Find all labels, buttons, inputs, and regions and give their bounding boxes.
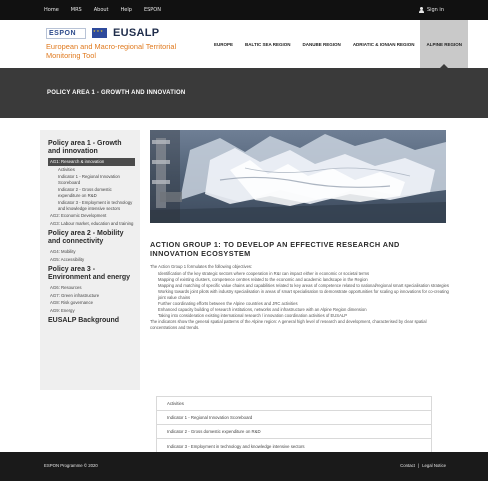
objective-item: Mapping of existing clusters, competence… xyxy=(158,277,368,283)
indicators-summary: The indicators show the general spatial … xyxy=(150,319,427,330)
objective-item: Enhanced capacity building of research i… xyxy=(158,307,367,313)
link-indicator-2[interactable]: Indicator 2 - Gross domestic expenditure… xyxy=(157,425,431,439)
sidebar-item-indicator-3[interactable]: Indicator 3 - Employment in technology a… xyxy=(48,199,135,212)
link-activities[interactable]: Activities xyxy=(157,397,431,411)
copyright-text: ESPON Programme © 2020 xyxy=(44,463,98,468)
sidebar-item-ag6[interactable]: AG6: Resources xyxy=(48,284,135,292)
footer-divider: | xyxy=(417,463,420,468)
sidebar: Policy area 1 - Growth and innovation AG… xyxy=(40,130,140,390)
sidebar-item-indicator-1[interactable]: Indicator 1 - Regional Innovation Scoreb… xyxy=(48,173,135,186)
action-group-title: ACTION GROUP 1: TO DEVELOP AN EFFECTIVE … xyxy=(150,240,400,258)
nav-espon-link[interactable]: ESPON xyxy=(144,7,161,13)
sidebar-item-ag5[interactable]: AG5: Accessibility xyxy=(48,256,135,264)
link-indicator-3[interactable]: Indicator 3 - Employment in technology a… xyxy=(157,439,431,453)
region-adriatic-ionian[interactable]: ADRIATIC & IONIAN REGION xyxy=(347,20,421,68)
page-title: POLICY AREA 1 - GROWTH AND INNOVATION xyxy=(47,90,186,96)
alps-satellite-illustration xyxy=(150,130,446,223)
sidebar-item-ag3[interactable]: AG3: Labour market, education and traini… xyxy=(48,220,135,228)
region-label: DANUBE REGION xyxy=(302,41,341,47)
region-label: ALPINE REGION xyxy=(426,41,462,47)
nav-help-link[interactable]: Help xyxy=(121,7,132,13)
sidebar-heading-background[interactable]: EUSALP Background xyxy=(48,317,135,325)
region-label: ADRIATIC & IONIAN REGION xyxy=(352,41,415,47)
sidebar-item-ag9[interactable]: AG9: Energy xyxy=(48,307,135,315)
nav-home-link[interactable]: Home xyxy=(44,7,59,13)
region-europe[interactable]: EUROPE xyxy=(208,20,239,68)
sidebar-item-ag2[interactable]: AG2: Economic Development xyxy=(48,212,135,220)
sidebar-item-ag8[interactable]: AG8: Risk governance xyxy=(48,299,135,307)
objective-item: Mapping and matching of specific value c… xyxy=(158,283,449,289)
objective-item: Identification of the key strategic sect… xyxy=(158,271,370,276)
region-alpine[interactable]: ALPINE REGION xyxy=(420,20,468,68)
sidebar-item-ag1[interactable]: AG1: Research & innovation xyxy=(48,158,135,166)
region-label: BALTIC SEA REGION xyxy=(245,41,291,47)
top-nav: Home MRS About Help ESPON xyxy=(44,0,161,20)
site-footer: ESPON Programme © 2020 Contact | Legal N… xyxy=(0,452,488,481)
nav-mrs-link[interactable]: MRS xyxy=(71,7,82,13)
indicator-links-list: Activities Indicator 1 - Regional Innova… xyxy=(156,396,432,454)
main-content: ACTION GROUP 1: TO DEVELOP AN EFFECTIVE … xyxy=(150,240,450,330)
objectives-intro: The Action Group 1 formulates the follow… xyxy=(150,264,253,269)
sidebar-heading-policy-area-2[interactable]: Policy area 2 - Mobility and connectivit… xyxy=(48,230,135,246)
objectives-list: Identification of the key strategic sect… xyxy=(150,271,450,319)
footer-links: Contact | Legal Notice xyxy=(400,463,446,468)
nav-about-link[interactable]: About xyxy=(94,7,109,13)
sidebar-heading-policy-area-1[interactable]: Policy area 1 - Growth and innovation xyxy=(48,140,135,156)
page-title-band: POLICY AREA 1 - GROWTH AND INNOVATION xyxy=(0,68,488,118)
sign-in-link[interactable]: Sign in xyxy=(418,0,444,20)
tool-title: European and Macro-regional Territorial … xyxy=(46,42,177,60)
logo-row[interactable]: ESPON EUSALP xyxy=(46,27,159,39)
hero-satellite-image xyxy=(150,130,446,223)
eu-flag-icon xyxy=(92,28,107,38)
sidebar-item-activities[interactable]: Activities xyxy=(48,166,135,174)
sidebar-heading-policy-area-3[interactable]: Policy area 3 - Environment and energy xyxy=(48,266,135,282)
contact-link[interactable]: Contact xyxy=(400,463,415,468)
sidebar-item-ag7[interactable]: AG7: Green infrastructure xyxy=(48,292,135,300)
objective-item: Taking into consideration existing inter… xyxy=(158,313,348,319)
region-baltic-sea[interactable]: BALTIC SEA REGION xyxy=(239,20,297,68)
sidebar-item-ag4[interactable]: AG4: Mobility xyxy=(48,248,135,256)
top-bar: Home MRS About Help ESPON Sign in xyxy=(0,0,488,20)
espon-logo: ESPON xyxy=(46,27,86,39)
legal-notice-link[interactable]: Legal Notice xyxy=(422,463,446,468)
objective-item: Working towards joint pilots with indust… xyxy=(158,289,449,300)
eusalp-brand: EUSALP xyxy=(113,27,160,39)
region-label: EUROPE xyxy=(214,41,234,47)
region-danube[interactable]: DANUBE REGION xyxy=(297,20,347,68)
user-icon xyxy=(418,7,424,13)
link-indicator-1[interactable]: Indicator 1 - Regional Innovation Scoreb… xyxy=(157,411,431,425)
espon-logo-text: ESPON xyxy=(49,29,77,37)
objective-item: Further coordinating efforts between the… xyxy=(158,300,298,306)
region-nav: EUROPE BALTIC SEA REGION DANUBE REGION A… xyxy=(208,20,468,68)
sign-in-label: Sign in xyxy=(426,7,444,13)
sidebar-item-indicator-2[interactable]: Indicator 2 - Gross domestic expenditure… xyxy=(48,186,135,199)
